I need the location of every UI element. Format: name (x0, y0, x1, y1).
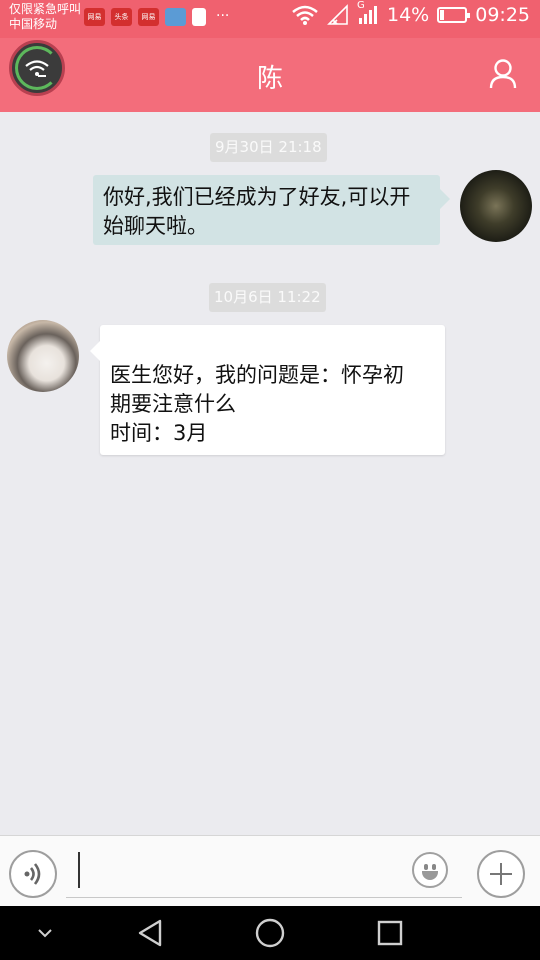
back-triangle-icon (138, 919, 162, 947)
store-icon (165, 8, 186, 26)
carrier-info: 仅限紧急呼叫 中国移动 (9, 2, 81, 32)
input-bar (0, 835, 540, 906)
emoji-icon-eye (432, 864, 436, 870)
message-text-line: 你好,我们已经成为了好友,可以开 (103, 185, 411, 209)
emoji-button[interactable] (412, 852, 448, 888)
avatar[interactable] (460, 170, 532, 242)
nav-recents-button[interactable] (370, 906, 410, 960)
message-timestamp: 9月30日 21:18 (210, 133, 327, 162)
clock: 09:25 (475, 4, 530, 26)
message-text-line: 时间：3月 (110, 421, 208, 445)
sim-toolkit-icon (192, 8, 206, 26)
network-type: G (357, 0, 365, 11)
signal-sim1-icon (327, 4, 348, 25)
more-notifications-icon: ··· (216, 8, 230, 24)
status-right: G 14% 09:25 (291, 0, 530, 26)
notification-icons: 网易 头条 网易 ··· (84, 8, 229, 26)
voice-input-icon (24, 863, 41, 885)
message-text-line: 期要注意什么 (110, 392, 236, 416)
message-bubble-other[interactable]: 医生您好，我的问题是：怀孕初 期要注意什么 时间：3月 (90, 325, 445, 455)
toutiao-icon: 头条 (111, 8, 132, 26)
plus-button[interactable] (477, 850, 525, 898)
system-nav-bar (0, 906, 540, 960)
nav-home-button[interactable] (250, 906, 290, 960)
nav-hide-button[interactable] (30, 906, 60, 960)
carrier-line-2: 中国移动 (9, 17, 58, 31)
message-timestamp: 10月6日 11:22 (209, 283, 326, 312)
voice-input-button[interactable] (9, 850, 57, 898)
battery-icon (437, 7, 471, 23)
message-input[interactable] (66, 848, 462, 898)
message-text-line: 始聊天啦。 (103, 214, 208, 238)
text-caret (78, 852, 80, 888)
status-bar: 仅限紧急呼叫 中国移动 网易 头条 网易 ··· G 14% 09:25 (0, 0, 540, 38)
battery-percent: 14% (387, 4, 430, 26)
netease-news-icon: 网易 (138, 8, 159, 26)
chevron-down-icon (38, 929, 52, 938)
chat-header: 陈 (0, 38, 540, 112)
emoji-icon (424, 864, 428, 870)
home-circle-icon (255, 918, 285, 948)
user-profile-icon[interactable] (488, 58, 518, 90)
wifi-icon (292, 5, 318, 25)
recents-square-icon (377, 920, 403, 946)
page-title: 陈 (256, 64, 283, 94)
nav-back-button[interactable] (130, 906, 170, 960)
avatar[interactable] (7, 320, 79, 392)
emoji-icon-mouth (422, 871, 438, 880)
message-text-line: 医生您好，我的问题是：怀孕初 (110, 363, 404, 387)
message-bubble-self[interactable]: 你好,我们已经成为了好友,可以开 始聊天啦。 (93, 175, 450, 245)
carrier-line-1: 仅限紧急呼叫 (9, 2, 82, 16)
netease-news-icon: 网易 (84, 8, 105, 26)
signal-sim2: G (357, 0, 379, 26)
